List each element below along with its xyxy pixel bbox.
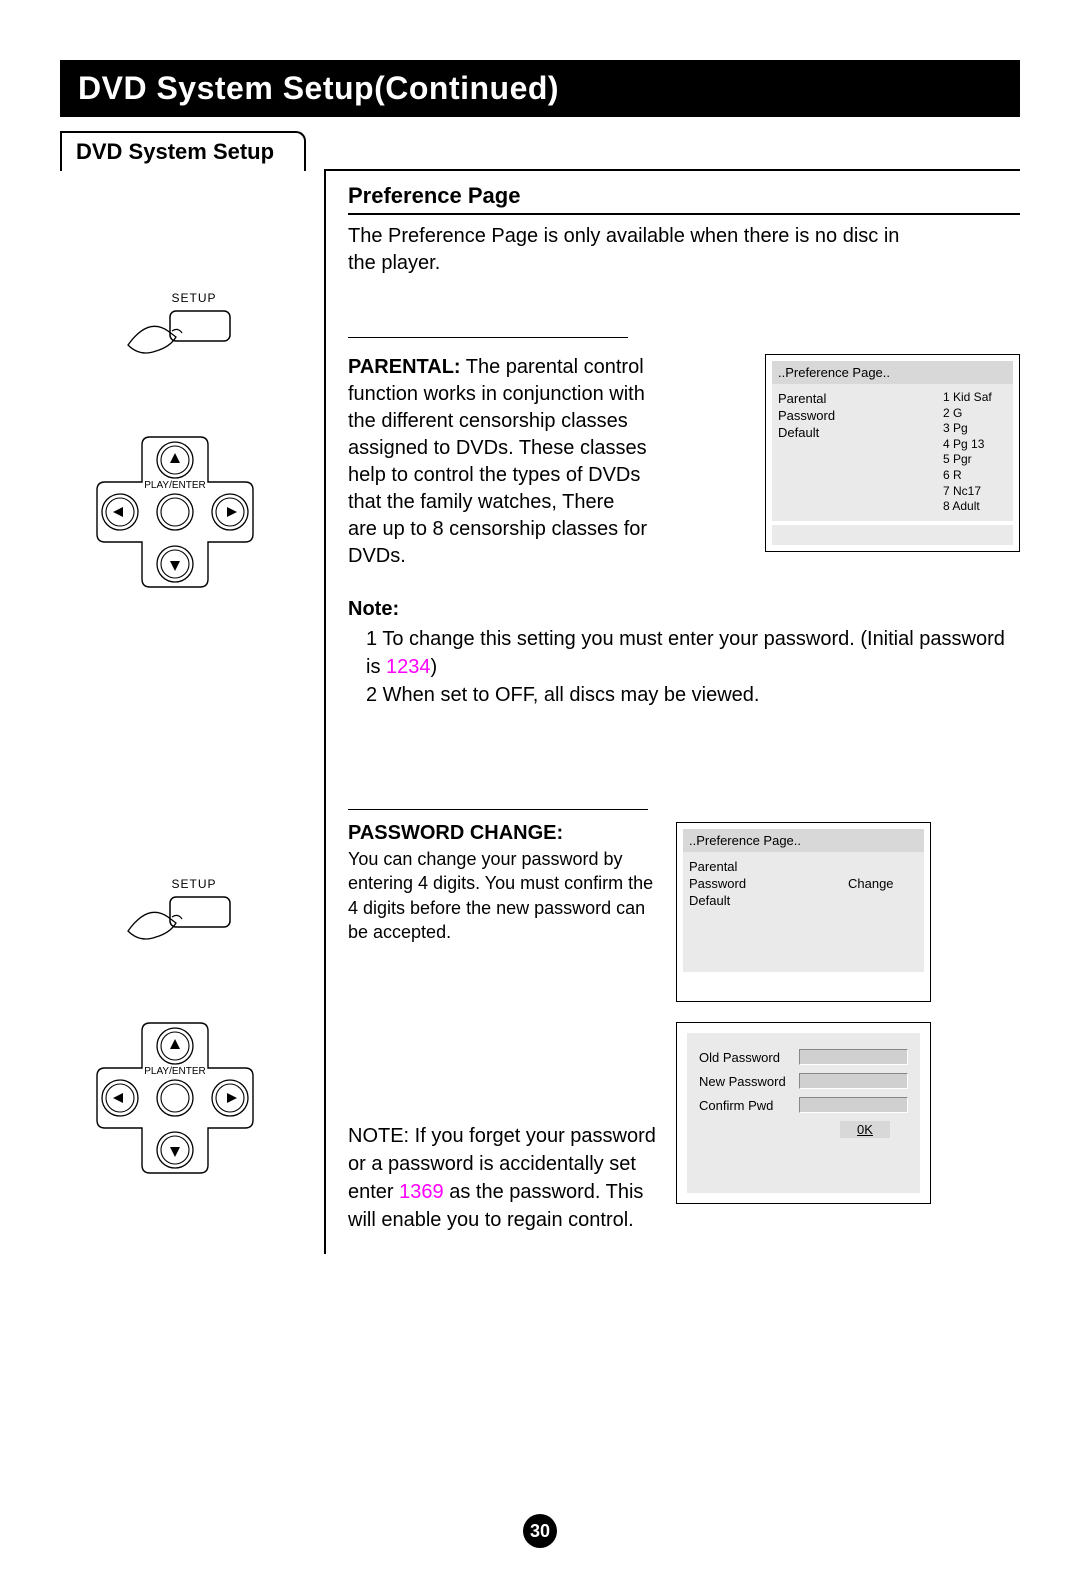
dpad-label: PLAY/ENTER [144,480,206,491]
forget-note: NOTE: If you forget your password or a p… [348,1122,658,1234]
setup-button-diagram: SETUP [120,291,310,367]
osd-rating: 6 R [943,468,1007,484]
osd-item: Default [689,892,840,909]
osd-rating: 4 Pg 13 [943,437,1007,453]
recovery-password: 1369 [399,1181,444,1203]
page-banner: DVD System Setup(Continued) [60,60,1020,117]
new-password-field[interactable] [799,1073,908,1089]
osd-rating: 2 G [943,406,1007,422]
note-heading: Note: [348,598,1020,621]
parental-paragraph: PARENTAL: The parental control function … [348,354,648,570]
osd-password-menu: ..Preference Page.. Parental Password De… [676,822,931,1002]
confirm-password-label: Confirm Pwd [699,1098,799,1113]
osd-rating: 8 Adult [943,499,1007,515]
page-number-badge: 30 [523,1514,557,1548]
setup-label-2: SETUP [164,877,224,891]
password-change-title: PASSWORD CHANGE: [348,822,658,845]
confirm-password-field[interactable] [799,1097,908,1113]
password-change-body: You can change your password by entering… [348,847,658,944]
osd-change-value: Change [848,876,918,891]
setup-button-diagram-2: SETUP [120,877,310,953]
osd-rating: 3 Pg [943,421,1007,437]
parental-body: The parental control function works in c… [348,356,647,567]
osd-rating: 7 Nc17 [943,484,1007,500]
svg-text:PLAY/ENTER: PLAY/ENTER [144,1066,206,1077]
setup-label: SETUP [164,291,224,305]
osd-password-dialog: Old Password New Password Confirm Pwd 0K [676,1022,931,1204]
parental-head: PARENTAL: [348,356,461,378]
osd-rating: 5 Pgr [943,452,1007,468]
osd-item: Parental [689,858,840,875]
dpad-diagram: PLAY/ENTER [90,427,310,597]
osd-rating: 1 Kid Saf [943,390,1007,406]
section-tab: DVD System Setup [60,131,306,171]
ok-button[interactable]: 0K [840,1121,890,1138]
initial-password: 1234 [386,656,431,678]
preference-page-title: Preference Page [348,183,1020,215]
osd-header: ..Preference Page.. [683,829,924,852]
note-2: 2 When set to OFF, all discs may be view… [366,681,1020,709]
note-1: 1 To change this setting you must enter … [366,625,1020,681]
preference-intro: The Preference Page is only available wh… [348,223,928,277]
osd-item: Default [778,424,935,441]
old-password-field[interactable] [799,1049,908,1065]
new-password-label: New Password [699,1074,799,1089]
osd-header: ..Preference Page.. [772,361,1013,384]
osd-item: Parental [778,390,935,407]
osd-parental-menu: ..Preference Page.. Parental Password De… [765,354,1020,552]
old-password-label: Old Password [699,1050,799,1065]
dpad-diagram-2: PLAY/ENTER [90,1013,310,1183]
osd-item: Password [778,407,935,424]
osd-item: Password [689,875,840,892]
